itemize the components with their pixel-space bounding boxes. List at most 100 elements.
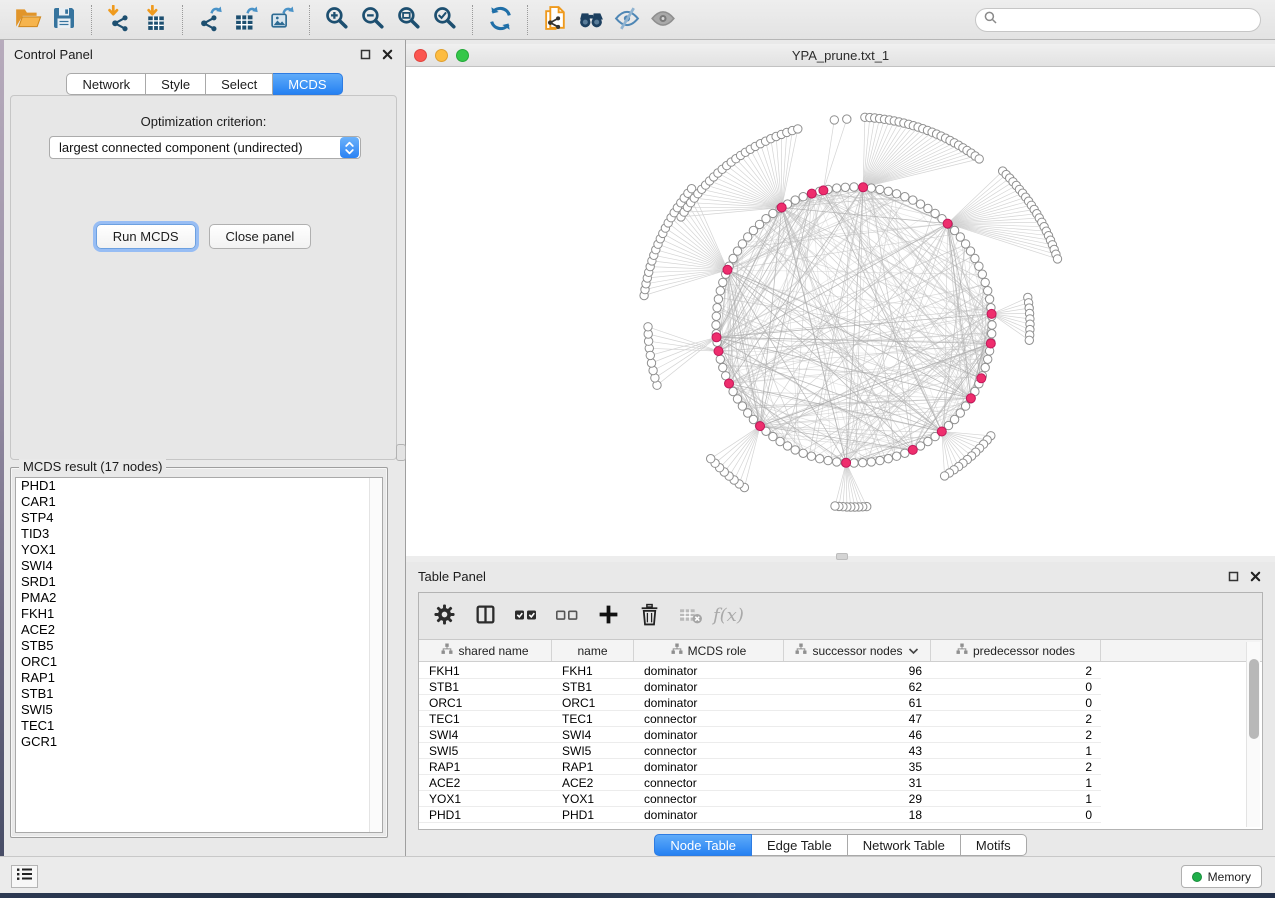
export-table-button[interactable] bbox=[228, 3, 264, 37]
cell-shared-name[interactable]: YOX1 bbox=[419, 791, 552, 806]
mcds-result-item[interactable]: TEC1 bbox=[16, 718, 382, 734]
close-panel-icon[interactable] bbox=[379, 46, 395, 62]
cell-name[interactable]: RAP1 bbox=[552, 759, 634, 774]
mcds-result-item[interactable]: PMA2 bbox=[16, 590, 382, 606]
cell-successor-nodes[interactable]: 18 bbox=[784, 807, 931, 822]
cell-successor-nodes[interactable]: 31 bbox=[784, 775, 931, 790]
table-row[interactable]: ACE2ACE2connector311 bbox=[419, 775, 1101, 791]
import-table-button[interactable] bbox=[137, 3, 173, 37]
table-row[interactable]: STB1STB1dominator620 bbox=[419, 679, 1101, 695]
cell-successor-nodes[interactable]: 43 bbox=[784, 743, 931, 758]
cell-name[interactable]: SWI5 bbox=[552, 743, 634, 758]
cell-predecessor-nodes[interactable]: 0 bbox=[931, 679, 1101, 694]
zoom-out-button[interactable] bbox=[355, 3, 391, 37]
cell-MCDS-role[interactable]: dominator bbox=[634, 759, 784, 774]
select-all-button[interactable] bbox=[513, 603, 539, 629]
mcds-result-item[interactable]: CAR1 bbox=[16, 494, 382, 510]
cell-name[interactable]: ACE2 bbox=[552, 775, 634, 790]
run-mcds-button[interactable]: Run MCDS bbox=[96, 224, 196, 249]
cell-MCDS-role[interactable]: dominator bbox=[634, 727, 784, 742]
cell-name[interactable]: TEC1 bbox=[552, 711, 634, 726]
export-image-button[interactable] bbox=[264, 3, 300, 37]
column-header-MCDS-role[interactable]: MCDS role bbox=[634, 640, 784, 661]
deselect-all-button[interactable] bbox=[554, 603, 580, 629]
table-tab-network-table[interactable]: Network Table bbox=[848, 834, 961, 856]
table-scrollbar-track[interactable] bbox=[1246, 642, 1260, 827]
mcds-result-item[interactable]: STB5 bbox=[16, 638, 382, 654]
table-tab-node-table[interactable]: Node Table bbox=[654, 834, 752, 856]
cell-MCDS-role[interactable]: dominator bbox=[634, 695, 784, 710]
column-header-name[interactable]: name bbox=[552, 640, 634, 661]
table-row[interactable]: ORC1ORC1dominator610 bbox=[419, 695, 1101, 711]
mcds-result-item[interactable]: PHD1 bbox=[16, 478, 382, 494]
cell-name[interactable]: STB1 bbox=[552, 679, 634, 694]
cell-shared-name[interactable]: TEC1 bbox=[419, 711, 552, 726]
cell-successor-nodes[interactable]: 61 bbox=[784, 695, 931, 710]
tab-network[interactable]: Network bbox=[66, 73, 146, 95]
cell-successor-nodes[interactable]: 62 bbox=[784, 679, 931, 694]
zoom-selected-button[interactable] bbox=[427, 3, 463, 37]
mcds-result-item[interactable]: STB1 bbox=[16, 686, 382, 702]
cell-predecessor-nodes[interactable]: 0 bbox=[931, 695, 1101, 710]
table-row[interactable]: TEC1TEC1connector472 bbox=[419, 711, 1101, 727]
cell-shared-name[interactable]: PHD1 bbox=[419, 807, 552, 822]
cell-shared-name[interactable]: ACE2 bbox=[419, 775, 552, 790]
column-header-predecessor-nodes[interactable]: predecessor nodes bbox=[931, 640, 1101, 661]
mcds-result-item[interactable]: STP4 bbox=[16, 510, 382, 526]
show-all-button[interactable] bbox=[645, 3, 681, 37]
zoom-in-button[interactable] bbox=[319, 3, 355, 37]
mcds-result-scrollbar[interactable] bbox=[369, 478, 382, 832]
add-column-button[interactable] bbox=[595, 603, 621, 629]
column-header-successor-nodes[interactable]: successor nodes bbox=[784, 640, 931, 661]
zoom-fit-button[interactable] bbox=[391, 3, 427, 37]
hide-selected-button[interactable] bbox=[609, 3, 645, 37]
mcds-result-item[interactable]: GCR1 bbox=[16, 734, 382, 750]
mcds-result-item[interactable]: ORC1 bbox=[16, 654, 382, 670]
cell-predecessor-nodes[interactable]: 1 bbox=[931, 791, 1101, 806]
cell-MCDS-role[interactable]: connector bbox=[634, 775, 784, 790]
table-tab-edge-table[interactable]: Edge Table bbox=[752, 834, 848, 856]
cell-predecessor-nodes[interactable]: 1 bbox=[931, 743, 1101, 758]
cell-successor-nodes[interactable]: 96 bbox=[784, 663, 931, 678]
float-panel-icon[interactable] bbox=[357, 46, 373, 62]
cell-predecessor-nodes[interactable]: 1 bbox=[931, 775, 1101, 790]
cell-predecessor-nodes[interactable]: 2 bbox=[931, 727, 1101, 742]
save-session-button[interactable] bbox=[46, 3, 82, 37]
cell-name[interactable]: YOX1 bbox=[552, 791, 634, 806]
cell-shared-name[interactable]: SWI5 bbox=[419, 743, 552, 758]
mcds-result-item[interactable]: SWI4 bbox=[16, 558, 382, 574]
table-row[interactable]: FKH1FKH1dominator962 bbox=[419, 663, 1101, 679]
mcds-result-item[interactable]: RAP1 bbox=[16, 670, 382, 686]
show-columns-button[interactable] bbox=[472, 603, 498, 629]
table-row[interactable]: PHD1PHD1dominator180 bbox=[419, 807, 1101, 823]
delete-column-button[interactable] bbox=[636, 603, 662, 629]
cell-predecessor-nodes[interactable]: 0 bbox=[931, 807, 1101, 822]
cell-name[interactable]: ORC1 bbox=[552, 695, 634, 710]
cell-MCDS-role[interactable]: dominator bbox=[634, 679, 784, 694]
cell-name[interactable]: SWI4 bbox=[552, 727, 634, 742]
cell-shared-name[interactable]: ORC1 bbox=[419, 695, 552, 710]
apply-layout-button[interactable] bbox=[482, 3, 518, 37]
network-view[interactable] bbox=[406, 67, 1275, 556]
table-row[interactable]: YOX1YOX1connector291 bbox=[419, 791, 1101, 807]
find-button[interactable] bbox=[573, 3, 609, 37]
panel-divider-handle[interactable] bbox=[396, 444, 406, 461]
open-button[interactable] bbox=[10, 3, 46, 37]
column-header-shared-name[interactable]: shared name bbox=[419, 640, 552, 661]
cell-successor-nodes[interactable]: 46 bbox=[784, 727, 931, 742]
cell-name[interactable]: FKH1 bbox=[552, 663, 634, 678]
cell-name[interactable]: PHD1 bbox=[552, 807, 634, 822]
cell-shared-name[interactable]: FKH1 bbox=[419, 663, 552, 678]
export-network-button[interactable] bbox=[192, 3, 228, 37]
search-input[interactable] bbox=[997, 12, 1252, 28]
table-scrollbar-thumb[interactable] bbox=[1249, 659, 1259, 739]
import-network-button[interactable] bbox=[101, 3, 137, 37]
cell-successor-nodes[interactable]: 47 bbox=[784, 711, 931, 726]
cell-predecessor-nodes[interactable]: 2 bbox=[931, 759, 1101, 774]
table-row[interactable]: SWI4SWI4dominator462 bbox=[419, 727, 1101, 743]
table-tab-motifs[interactable]: Motifs bbox=[961, 834, 1027, 856]
mcds-result-item[interactable]: SRD1 bbox=[16, 574, 382, 590]
optimization-criterion-select[interactable]: largest connected component (undirected) bbox=[49, 136, 361, 159]
close-table-panel-icon[interactable] bbox=[1247, 568, 1263, 584]
table-row[interactable]: SWI5SWI5connector431 bbox=[419, 743, 1101, 759]
